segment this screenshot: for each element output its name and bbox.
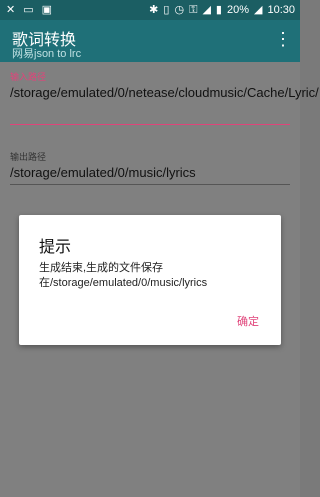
image-icon: ▣ [41,4,53,16]
close-icon: ✕ [6,4,16,16]
alarm-icon: ◷ [174,4,185,16]
status-right-icons: ✱ ▯ ◷ ⚿ ◢ ▮ 20% ◢ 10:30 [149,3,295,17]
dialog-title: 提示 [39,239,72,256]
output-path-label: 输出路径 [10,152,47,162]
battery-text: 20% [226,4,249,16]
output-path-field[interactable]: /storage/emulated/0/music/lyrics [10,164,290,182]
clock: 10:30 [267,4,295,16]
status-bar: ✕ ▭ ▣ ✱ ▯ ◷ ⚿ ◢ ▮ 20% ◢ 10:30 [0,0,300,20]
vibrate-icon: ▯ [163,4,170,16]
battery-icon: ▮ [215,4,222,16]
dialog-message: 生成结束,生成的文件保存在/storage/emulated/0/music/l… [39,262,208,289]
more-vert-icon[interactable]: ⋮ [274,30,292,48]
input-path-underline [10,124,290,125]
input-path-field[interactable]: /storage/emulated/0/netease/cloudmusic/C… [10,84,319,102]
bluetooth-icon: ✱ [149,4,159,16]
app-subtitle: 网易json to lrc [12,48,82,60]
status-left-icons: ✕ ▭ ▣ [6,3,52,17]
sms-icon: ▭ [23,4,34,16]
app-bar: 歌词转换 网易json to lrc ⋮ [0,20,300,62]
signal-strength-icon: ◢ [254,4,263,16]
key-icon: ⚿ [189,4,198,16]
signal-icon: ◢ [202,4,211,16]
output-path-underline [10,184,290,185]
ok-button[interactable]: 确定 [237,313,259,329]
input-path-label: 输入路径 [10,72,47,82]
alert-dialog: 提示 生成结束,生成的文件保存在/storage/emulated/0/musi… [19,215,281,345]
